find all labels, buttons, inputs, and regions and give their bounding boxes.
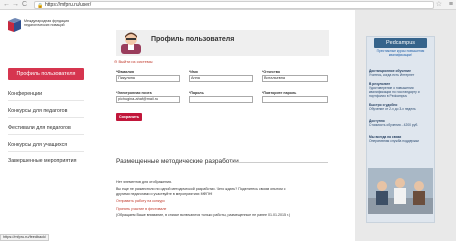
sidebar-item-profile[interactable]: Профиль пользователя bbox=[8, 68, 84, 80]
ad-block-text-5: Оперативная служба поддержки bbox=[369, 139, 419, 143]
back-button[interactable]: ← bbox=[3, 1, 10, 9]
sidebar-item-teacher-contests[interactable]: Конкурсы для педагогов bbox=[8, 108, 84, 114]
firstname-label: *Имя bbox=[189, 70, 198, 74]
reload-button[interactable]: C bbox=[22, 1, 27, 9]
user-avatar-icon bbox=[121, 32, 141, 54]
methods-info-text: Вы еще не разместили ни одной методическ… bbox=[116, 187, 286, 191]
email-field[interactable]: pichugina-ahaf@mail.ru bbox=[116, 96, 180, 103]
address-bar[interactable]: 🔒 https://mfpru.ru/user/ bbox=[34, 1, 434, 9]
divider bbox=[230, 162, 328, 163]
status-bar-url: https://mfpru.ru/feedback/ bbox=[0, 234, 50, 241]
bookmark-star-icon[interactable]: ☆ bbox=[436, 1, 442, 9]
empty-state-text: Нет элементов для отображения. bbox=[116, 180, 172, 184]
sidebar-item-conferences[interactable]: Конференции bbox=[8, 91, 84, 97]
submit-work-link[interactable]: Отправить работу на конкурс bbox=[116, 199, 165, 203]
join-festival-link[interactable]: Принять участие в фестивале bbox=[116, 207, 166, 211]
pedcampus-logo[interactable]: Pedcampus bbox=[374, 38, 427, 48]
ad-block-text-4: Стоимость обучения - 4200 руб. bbox=[369, 123, 419, 127]
password-repeat-field[interactable] bbox=[262, 96, 328, 103]
org-logo[interactable] bbox=[8, 18, 22, 32]
sidebar-item-finished-events[interactable]: Завершенные мероприятия bbox=[8, 158, 84, 164]
patronymic-label: *Отчество bbox=[262, 70, 281, 74]
divider bbox=[8, 100, 84, 101]
password-repeat-label: *Повторите пароль bbox=[262, 91, 297, 95]
lastname-label: *Фамилия bbox=[116, 70, 134, 74]
ad-block-text-3: Обучение от 2-х до 3-х недель bbox=[369, 107, 416, 111]
methods-section-title: Размещенные методические разработки bbox=[116, 158, 239, 165]
firstname-field[interactable]: Анна bbox=[189, 75, 253, 82]
sidebar-item-student-contests[interactable]: Конкурсы для учащихся bbox=[8, 142, 84, 148]
org-name: Международная фундация педагогических но… bbox=[24, 19, 70, 28]
lock-icon: 🔒 bbox=[37, 3, 44, 9]
page-title: Профиль пользователя bbox=[151, 36, 235, 43]
logout-link[interactable]: ⊖ Выйти из системы bbox=[114, 59, 152, 64]
browser-menu-icon[interactable]: ≡ bbox=[449, 1, 453, 9]
divider bbox=[8, 117, 84, 118]
divider bbox=[8, 134, 84, 135]
url-text: https://mfpru.ru/user/ bbox=[45, 2, 92, 8]
forward-button[interactable]: → bbox=[12, 1, 19, 9]
password-label: *Пароль bbox=[189, 91, 204, 95]
methods-info-text-2: другими педагогами и участвуйте в меропр… bbox=[116, 192, 213, 196]
ad-photo bbox=[368, 168, 433, 214]
ad-block-text-1: Учитесь, когда есть Интернет bbox=[369, 73, 415, 77]
patronymic-field[interactable]: Витальевна bbox=[262, 75, 328, 82]
email-label: *Электронная почта bbox=[116, 91, 152, 95]
profile-header bbox=[116, 30, 329, 56]
logout-label: Выйти из системы bbox=[118, 59, 153, 64]
password-field[interactable] bbox=[189, 96, 253, 103]
lastname-field[interactable]: Пикулина bbox=[116, 75, 180, 82]
sidebar-item-festivals[interactable]: Фестивали для педагогов bbox=[8, 125, 84, 131]
ad-tagline: Престижные курсы повышения квалификации! bbox=[376, 49, 425, 57]
browser-toolbar: ← → C 🔒 https://mfpru.ru/user/ ☆ ≡ bbox=[0, 0, 456, 10]
save-button[interactable]: Сохранить bbox=[116, 113, 142, 121]
ad-block-text-2: Удостоверение о повышении квалификации п… bbox=[369, 86, 420, 98]
methods-note-text: (Обращаем Ваше внимание, в списке включа… bbox=[116, 213, 291, 217]
divider bbox=[8, 151, 84, 152]
